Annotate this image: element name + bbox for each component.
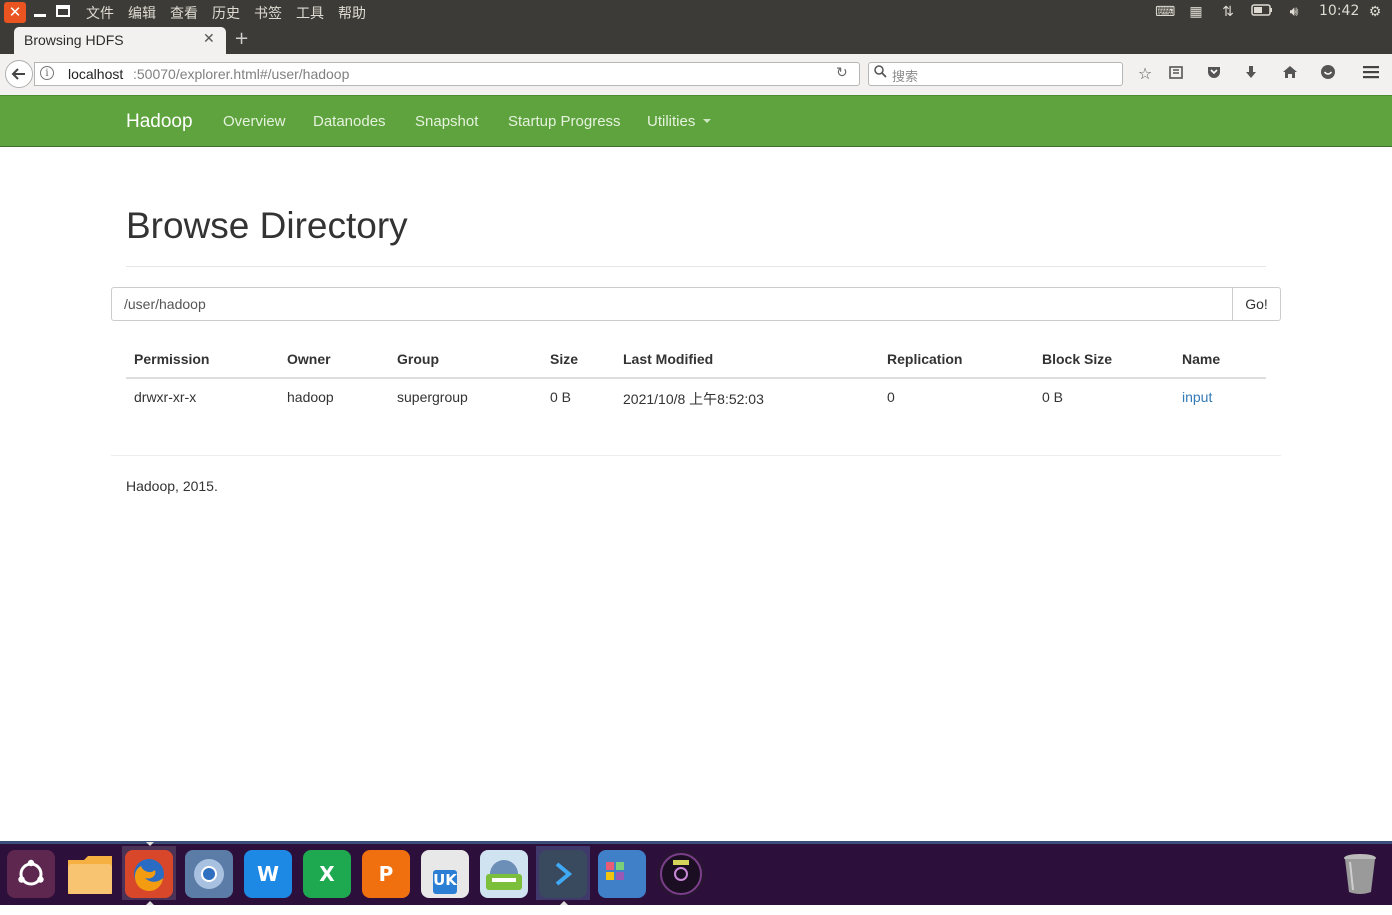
- power-gear-icon[interactable]: ⚙: [1366, 4, 1384, 20]
- wps-spreadsheets-icon[interactable]: X: [303, 850, 351, 898]
- search-icon: [874, 65, 887, 82]
- system-top-bar: ✕ 文件 编辑 查看 历史 书签 工具 帮助 ⌨ ▦ ⇅ 🔊︎ 10:42 ⚙: [0, 0, 1392, 25]
- nav-overview[interactable]: Overview: [223, 113, 286, 130]
- downloads-icon[interactable]: [1241, 64, 1261, 84]
- cell-owner: hadoop: [287, 389, 334, 405]
- cell-group: supergroup: [397, 389, 468, 405]
- caret-down-icon: [703, 119, 711, 123]
- keyboard-icon[interactable]: ⌨: [1155, 4, 1175, 20]
- directory-path-input[interactable]: [111, 287, 1233, 321]
- ubuntu-dash-icon[interactable]: [7, 850, 55, 898]
- bookmark-star-icon[interactable]: ☆: [1135, 64, 1155, 84]
- menu-tools[interactable]: 工具: [296, 3, 324, 23]
- url-path: :50070/explorer.html#/user/hadoop: [133, 66, 350, 82]
- nav-startup-progress[interactable]: Startup Progress: [508, 113, 621, 130]
- chromium-icon[interactable]: [185, 850, 233, 898]
- close-tab-icon[interactable]: ✕: [203, 31, 215, 47]
- hadoop-navbar: [0, 95, 1392, 147]
- volume-icon[interactable]: 🔊︎: [1285, 4, 1303, 20]
- hadoop-brand-link[interactable]: Hadoop: [126, 111, 193, 133]
- cell-size: 0 B: [550, 389, 572, 405]
- nav-snapshot[interactable]: Snapshot: [415, 113, 478, 130]
- network-icon[interactable]: ⇅: [1219, 4, 1237, 20]
- column-header-owner[interactable]: Owner: [287, 351, 331, 367]
- column-header-last-modified[interactable]: Last Modified: [623, 351, 713, 367]
- kylin-label: UK: [433, 871, 457, 889]
- bookmarks-library-icon[interactable]: [1166, 64, 1186, 84]
- pocket-icon[interactable]: [1204, 64, 1224, 84]
- back-button[interactable]: [5, 60, 33, 88]
- close-window-button[interactable]: ✕: [4, 2, 26, 23]
- column-header-permission[interactable]: Permission: [134, 351, 209, 367]
- go-button[interactable]: Go!: [1232, 287, 1281, 321]
- calendar-icon[interactable]: ▦: [1187, 4, 1205, 20]
- cell-name-link[interactable]: input: [1182, 389, 1212, 405]
- menu-view[interactable]: 查看: [170, 3, 198, 23]
- site-info-icon[interactable]: i: [40, 66, 54, 80]
- hello-chat-icon[interactable]: [1318, 64, 1338, 84]
- scanner-icon[interactable]: [480, 850, 528, 898]
- cell-replication: 0: [887, 389, 895, 405]
- nav-datanodes[interactable]: Datanodes: [313, 113, 386, 130]
- firefox-icon[interactable]: [125, 850, 173, 898]
- workspace-switcher-icon[interactable]: [598, 850, 646, 898]
- running-indicator: [146, 842, 154, 846]
- menu-bookmarks[interactable]: 书签: [254, 3, 282, 23]
- battery-icon[interactable]: [1251, 4, 1272, 20]
- table-header-divider: [126, 377, 1266, 379]
- menu-history[interactable]: 历史: [212, 3, 240, 23]
- cell-last-modified: 2021/10/8 上午8:52:03: [623, 391, 764, 407]
- back-arrow-icon: [11, 68, 25, 80]
- page-title: Browse Directory: [126, 205, 408, 246]
- cell-permission: drwxr-xr-x: [134, 389, 197, 405]
- column-header-block-size[interactable]: Block Size: [1042, 351, 1112, 367]
- focus-indicator-2: [560, 901, 568, 905]
- clock[interactable]: 10:42: [1319, 3, 1359, 19]
- hamburger-menu-icon[interactable]: [1361, 64, 1381, 84]
- column-header-size[interactable]: Size: [550, 351, 578, 367]
- wps-writer-icon[interactable]: W: [244, 850, 292, 898]
- new-tab-button[interactable]: +: [234, 28, 249, 49]
- title-divider: [126, 266, 1266, 267]
- column-header-replication[interactable]: Replication: [887, 351, 962, 367]
- focus-indicator: [146, 901, 154, 905]
- cell-block-size: 0 B: [1042, 389, 1064, 405]
- ubuntu-kylin-software-icon[interactable]: UK: [421, 850, 469, 898]
- trash-icon[interactable]: [1336, 850, 1384, 898]
- footer-divider: [111, 455, 1281, 456]
- files-folder-icon[interactable]: [66, 850, 114, 898]
- column-header-name[interactable]: Name: [1182, 351, 1220, 367]
- minimize-window-button[interactable]: [32, 5, 48, 19]
- column-header-group[interactable]: Group: [397, 351, 439, 367]
- reload-icon[interactable]: ↻: [836, 65, 848, 81]
- maximize-window-button[interactable]: [56, 5, 70, 17]
- tab-title: Browsing HDFS: [24, 32, 124, 48]
- nav-utilities-dropdown[interactable]: Utilities: [647, 113, 695, 130]
- home-icon[interactable]: [1280, 64, 1300, 84]
- search-placeholder: 搜索: [892, 70, 919, 85]
- wps-presentation-icon[interactable]: P: [362, 850, 410, 898]
- url-host: localhost: [68, 66, 124, 82]
- vscode-icon[interactable]: [539, 850, 587, 898]
- menu-edit[interactable]: 编辑: [128, 3, 156, 23]
- menu-help[interactable]: 帮助: [338, 3, 366, 23]
- footer-text: Hadoop, 2015.: [126, 478, 218, 494]
- menu-file[interactable]: 文件: [86, 3, 114, 23]
- disk-burner-icon[interactable]: [657, 850, 705, 898]
